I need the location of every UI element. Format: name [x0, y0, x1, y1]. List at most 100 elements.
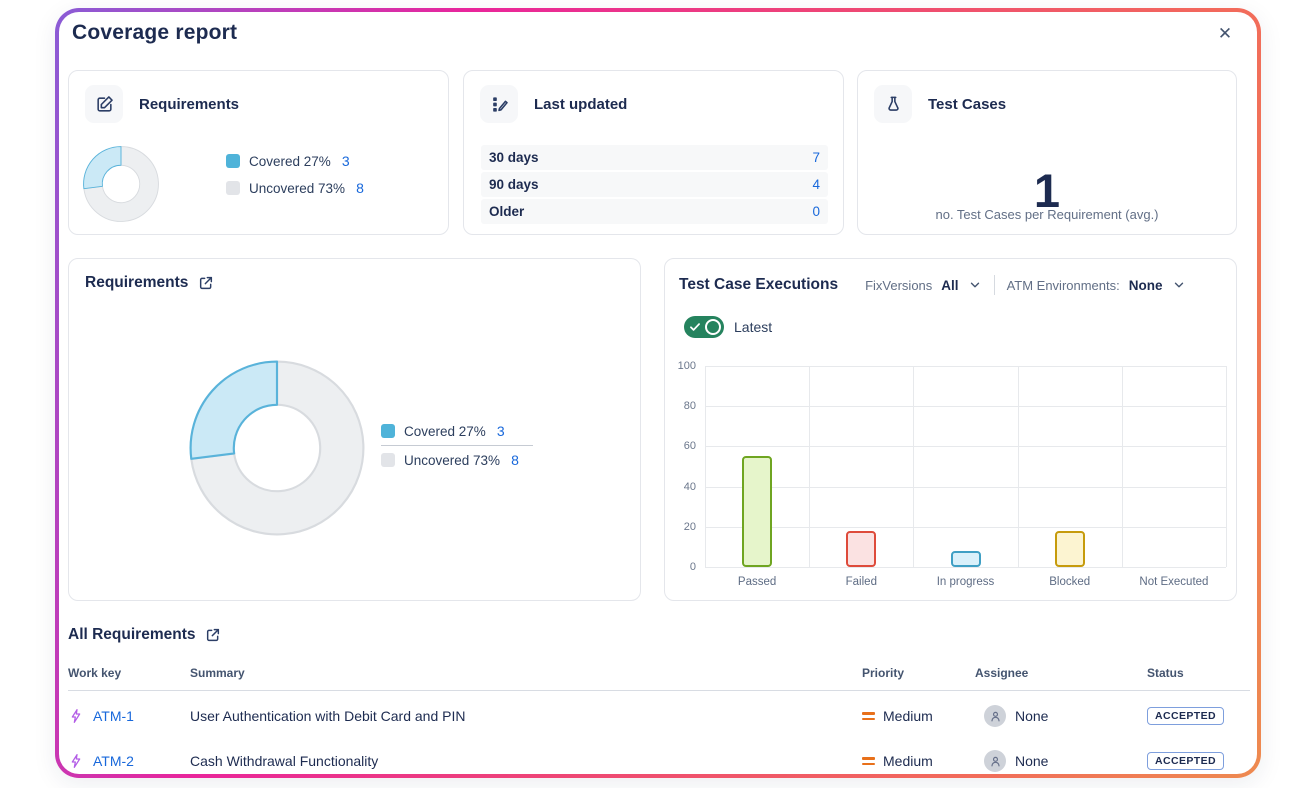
test-cases-card: Test Cases 1 no. Test Cases per Requirem…	[857, 70, 1237, 235]
x-tick-label: Blocked	[1018, 576, 1122, 588]
gridline	[1122, 366, 1123, 567]
legend-label: Covered 27%	[404, 424, 486, 439]
flask-icon	[874, 85, 912, 123]
row-label: Older	[489, 204, 524, 219]
close-icon[interactable]: ✕	[1211, 20, 1239, 48]
covered-swatch	[226, 154, 240, 168]
last-updated-rows: 30 days 7 90 days 4 Older 0	[481, 145, 828, 224]
fixversions-value: All	[941, 278, 958, 293]
requirements-legend-small: Covered 27% 3 Uncovered 73% 8	[226, 153, 364, 196]
gridline	[705, 366, 1226, 367]
assignee-label: None	[1015, 708, 1048, 724]
requirements-summary-card: Requirements Covered 27% 3 Uncovered 73%…	[68, 70, 449, 235]
avatar	[984, 705, 1006, 727]
legend-item-uncovered: Uncovered 73% 8	[226, 180, 364, 196]
gridline	[705, 487, 1226, 488]
y-tick-label: 0	[690, 561, 696, 573]
legend-item-covered: Covered 27% 3	[381, 417, 533, 445]
coverage-report-page: Coverage report ✕ Requirements	[0, 0, 1308, 788]
chevron-down-icon	[968, 278, 982, 292]
list-edit-icon	[480, 85, 518, 123]
external-link-icon[interactable]	[198, 275, 214, 291]
latest-toggle[interactable]	[684, 316, 724, 338]
fixversions-label: FixVersions	[865, 278, 932, 293]
legend-label: Uncovered 73%	[404, 453, 500, 468]
y-tick-label: 20	[684, 521, 696, 533]
bolt-icon	[68, 708, 84, 724]
uncovered-count-link[interactable]: 8	[356, 180, 364, 196]
test-executions-bar-chart	[705, 366, 1226, 567]
y-tick-label: 80	[684, 400, 696, 412]
last-updated-card: Last updated 30 days 7 90 days 4 Older 0	[463, 70, 844, 235]
toggle-knob	[705, 319, 721, 335]
gridline	[705, 406, 1226, 407]
last-updated-row-30days: 30 days 7	[481, 145, 828, 170]
y-tick-label: 60	[684, 440, 696, 452]
y-tick-label: 40	[684, 481, 696, 493]
gridline	[1018, 366, 1019, 567]
column-header-summary: Summary	[190, 666, 245, 680]
external-link-icon[interactable]	[205, 627, 221, 643]
x-tick-label: Failed	[809, 576, 913, 588]
gridline	[705, 366, 706, 567]
legend-item-covered: Covered 27% 3	[226, 153, 364, 169]
table-row: ATM-1 User Authentication with Debit Car…	[59, 699, 1257, 733]
check-icon	[688, 320, 702, 334]
status-badge: ACCEPTED	[1147, 707, 1224, 725]
legend-label: Uncovered 73%	[249, 181, 345, 196]
legend-item-uncovered: Uncovered 73% 8	[381, 446, 533, 474]
uncovered-swatch	[226, 181, 240, 195]
column-header-work-key: Work key	[68, 666, 121, 680]
latest-toggle-label: Latest	[734, 319, 772, 335]
gridline	[705, 446, 1226, 447]
requirements-legend-large: Covered 27% 3 Uncovered 73% 8	[381, 417, 533, 474]
test-cases-caption: no. Test Cases per Requirement (avg.)	[858, 207, 1236, 222]
test-case-executions-card: Test Case Executions FixVersions All ATM…	[664, 258, 1237, 601]
assignee-cell: None	[984, 705, 1048, 727]
card-title: Last updated	[534, 96, 627, 113]
bar-chart-y-axis: 020406080100	[665, 366, 699, 567]
medium-priority-icon	[862, 757, 875, 765]
covered-count-link[interactable]: 3	[342, 153, 350, 169]
x-tick-label: Not Executed	[1122, 576, 1226, 588]
row-value: 4	[812, 177, 820, 192]
column-header-priority: Priority	[862, 666, 904, 680]
covered-count-link[interactable]: 3	[497, 423, 505, 439]
row-value: 7	[812, 150, 820, 165]
priority-cell: Medium	[862, 708, 933, 724]
last-updated-row-90days: 90 days 4	[481, 172, 828, 197]
work-key-link[interactable]: ATM-2	[93, 753, 134, 769]
x-tick-label: In progress	[913, 576, 1017, 588]
coverage-report-dialog: Coverage report ✕ Requirements	[59, 12, 1257, 774]
environments-label: ATM Environments:	[1007, 278, 1120, 293]
fixversions-dropdown[interactable]: FixVersions All	[865, 278, 981, 293]
card-title: Test Case Executions	[679, 276, 838, 294]
vertical-divider	[994, 275, 995, 295]
assignee-cell: None	[984, 750, 1048, 772]
bar-chart-x-axis: PassedFailedIn progressBlockedNot Execut…	[705, 576, 1226, 588]
status-cell: ACCEPTED	[1147, 707, 1224, 725]
priority-label: Medium	[883, 753, 933, 769]
summary-text: User Authentication with Debit Card and …	[190, 708, 465, 724]
card-title: Test Cases	[928, 96, 1006, 113]
bar-blocked	[1055, 531, 1085, 567]
last-updated-row-older: Older 0	[481, 199, 828, 224]
work-key-link[interactable]: ATM-1	[93, 708, 134, 724]
column-header-assignee: Assignee	[975, 666, 1028, 680]
requirements-donut-chart-small	[82, 145, 160, 223]
atm-environments-dropdown[interactable]: ATM Environments: None	[1007, 278, 1186, 293]
all-requirements-title: All Requirements	[68, 626, 195, 644]
status-cell: ACCEPTED	[1147, 752, 1224, 770]
requirements-chart-card: Requirements Covered 27%	[68, 258, 641, 601]
gridline	[705, 527, 1226, 528]
y-tick-label: 100	[678, 360, 696, 372]
gridline	[809, 366, 810, 567]
row-label: 90 days	[489, 177, 539, 192]
gridline	[1226, 366, 1227, 567]
bar-failed	[846, 531, 876, 567]
row-value: 0	[812, 204, 820, 219]
avatar	[984, 750, 1006, 772]
card-title: Requirements	[139, 96, 239, 113]
bar-in-progress	[951, 551, 981, 567]
uncovered-count-link[interactable]: 8	[511, 452, 519, 468]
